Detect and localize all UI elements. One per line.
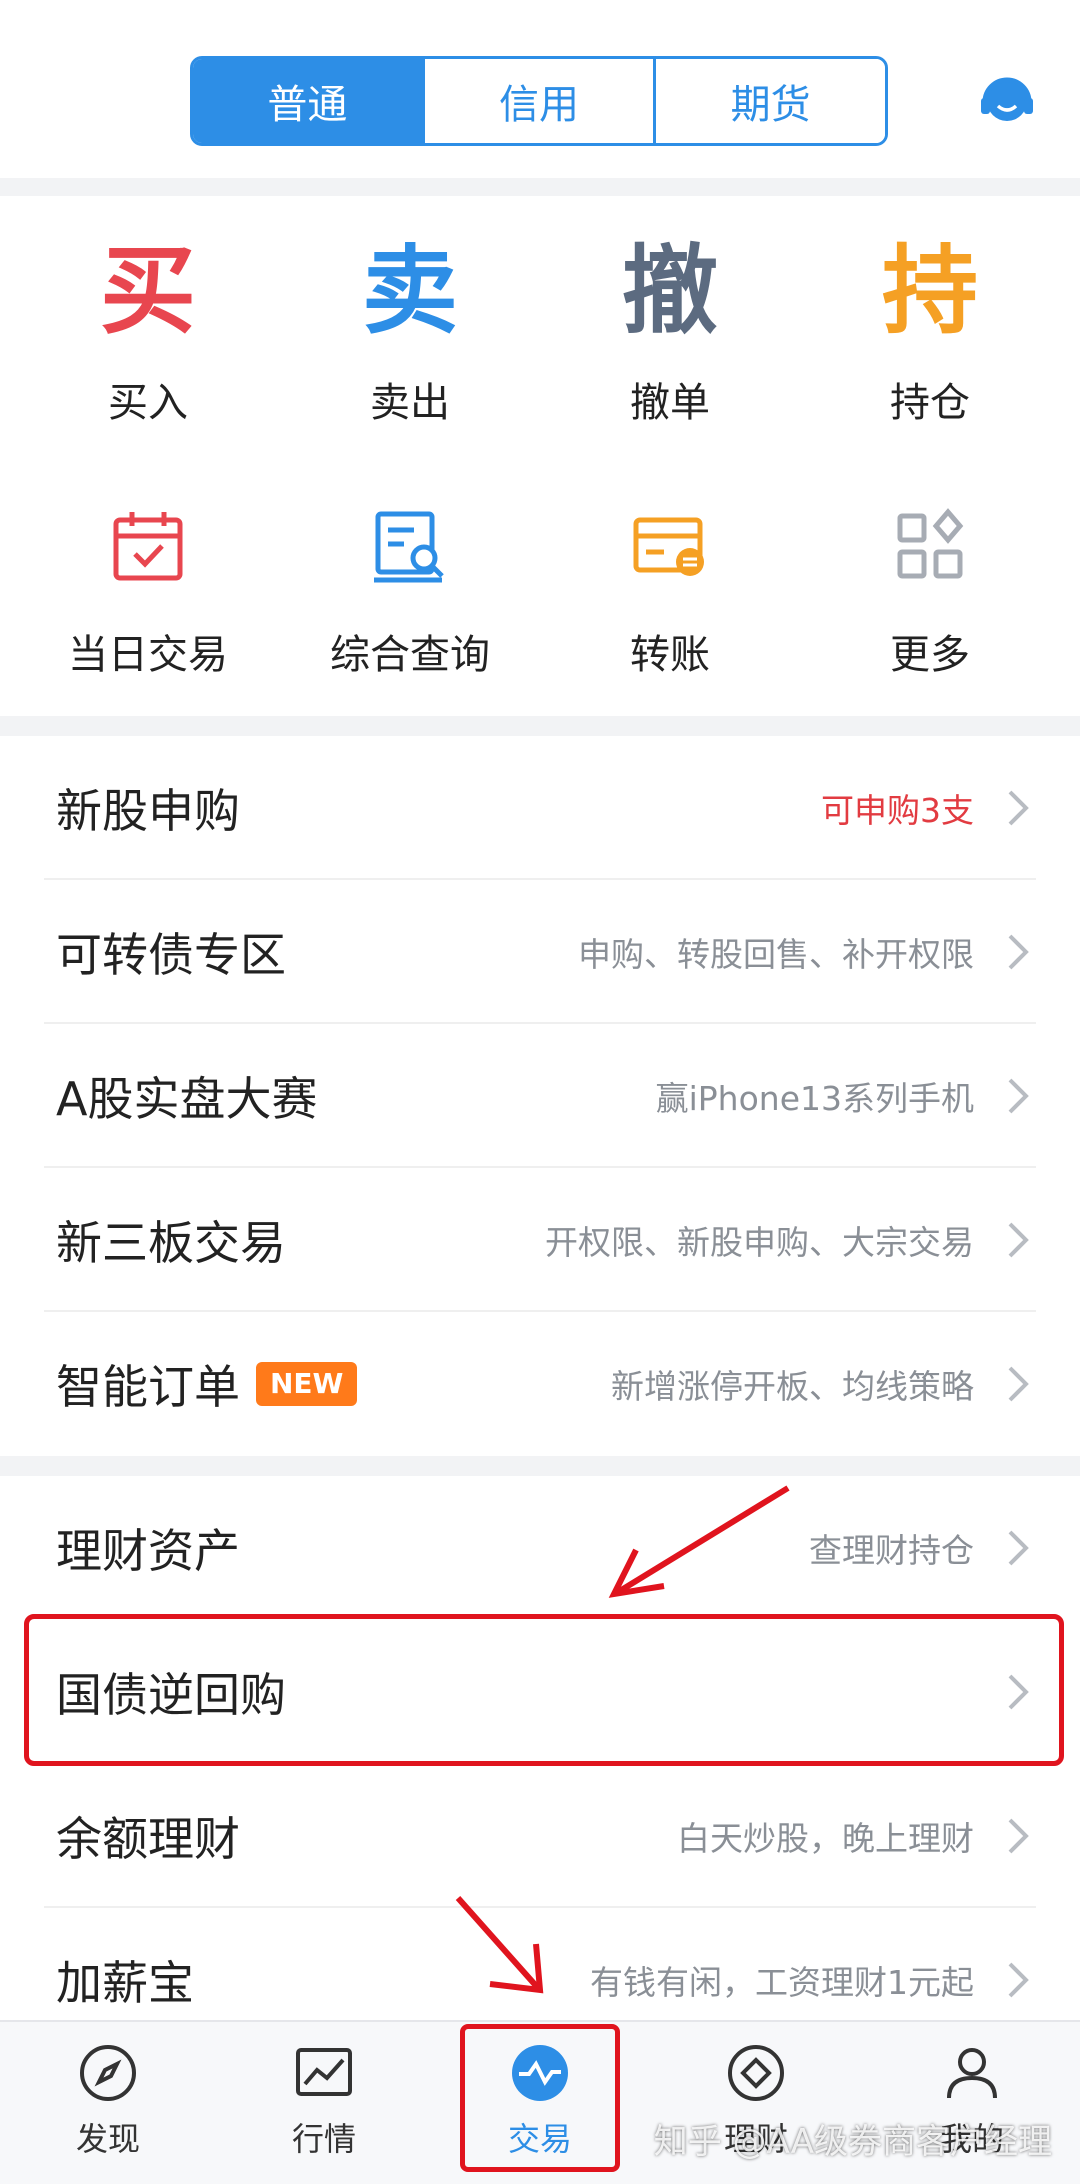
row-title: 理财资产 — [56, 1524, 240, 1578]
positions-button[interactable]: 持 持仓 — [795, 236, 1065, 426]
grid-more-icon — [897, 508, 964, 579]
tab-discover[interactable]: 发现 — [0, 2022, 216, 2184]
row-subtitle: 有钱有闲，工资理财1元起 — [590, 1963, 974, 2002]
cancel-order-label: 撤单 — [630, 380, 710, 426]
card-transfer-icon — [633, 517, 704, 576]
chevron-right-icon — [1008, 1530, 1029, 1566]
trading-services-list: 新股申购 可申购3支 可转债专区 申购、转股回售、补开权限 A股实盘大赛 赢iP… — [0, 736, 1080, 1456]
list-item-smart-orders[interactable]: 智能订单 NEW 新增涨停开板、均线策略 — [0, 1312, 1080, 1456]
section-gap — [0, 716, 1080, 736]
row-title: 余额理财 — [56, 1812, 240, 1866]
positions-char-icon: 持 — [882, 235, 978, 347]
list-item-neeq-trading[interactable]: 新三板交易 开权限、新股申购、大宗交易 — [0, 1168, 1080, 1312]
annotation-arrow-icon — [608, 1485, 790, 1598]
new-badge: NEW — [256, 1362, 358, 1406]
user-icon — [947, 2048, 997, 2099]
list-item-convertible-bonds[interactable]: 可转债专区 申购、转股回售、补开权限 — [0, 880, 1080, 1024]
buy-label: 买入 — [108, 380, 188, 426]
cancel-order-button[interactable]: 撤 撤单 — [535, 236, 805, 426]
chevron-right-icon — [1008, 1674, 1029, 1710]
row-subtitle: 可申购3支 — [821, 791, 974, 830]
chevron-right-icon — [1008, 1818, 1029, 1854]
positions-label: 持仓 — [890, 380, 970, 426]
trade-wave-icon — [512, 2045, 568, 2101]
sell-label: 卖出 — [370, 380, 450, 426]
more-button[interactable]: 更多 — [795, 496, 1065, 686]
account-type-switcher: 普通 信用 期货 — [190, 56, 888, 146]
row-title: 加薪宝 — [56, 1956, 194, 2010]
list-item-ipo-subscribe[interactable]: 新股申购 可申购3支 — [0, 736, 1080, 880]
tab-futures[interactable]: 期货 — [653, 59, 885, 143]
row-subtitle: 开权限、新股申购、大宗交易 — [545, 1223, 974, 1262]
diamond-icon — [728, 2045, 784, 2101]
compass-icon — [80, 2045, 136, 2101]
section-gap — [0, 1456, 1080, 1476]
annotation-arrow-icon — [455, 1896, 544, 1994]
sell-button[interactable]: 卖 卖出 — [275, 236, 545, 426]
cancel-char-icon: 撤 — [622, 235, 718, 347]
row-title: 新股申购 — [56, 784, 240, 838]
headset-icon[interactable] — [978, 72, 1036, 130]
row-subtitle: 新增涨停开板、均线策略 — [611, 1367, 974, 1406]
row-subtitle: 申购、转股回售、补开权限 — [578, 935, 974, 974]
tab-label: 发现 — [75, 2120, 140, 2158]
section-gap — [0, 178, 1080, 196]
tab-credit[interactable]: 信用 — [421, 59, 654, 143]
chevron-right-icon — [1008, 1366, 1029, 1402]
chevron-right-icon — [1008, 934, 1029, 970]
buy-char-icon: 买 — [100, 235, 196, 347]
transfer-button[interactable]: 转账 — [535, 496, 805, 686]
tab-market[interactable]: 行情 — [216, 2022, 432, 2184]
list-item-treasury-reverse-repo[interactable]: 国债逆回购 — [0, 1620, 1080, 1764]
chevron-right-icon — [1008, 790, 1029, 826]
more-label: 更多 — [890, 632, 970, 678]
watermark: 知乎 @AA级券商客户经理 — [653, 2122, 1052, 2162]
buy-button[interactable]: 买 买入 — [13, 236, 283, 426]
search-document-icon — [374, 511, 444, 583]
list-item-balance-wealth[interactable]: 余额理财 白天炒股，晚上理财 — [0, 1764, 1080, 1908]
sell-char-icon: 卖 — [362, 235, 458, 347]
tab-label: 交易 — [507, 2120, 572, 2158]
row-title-text: 智能订单 — [56, 1360, 240, 1414]
tab-trade[interactable]: 交易 — [432, 2022, 648, 2184]
today-trades-button[interactable]: 当日交易 — [13, 496, 283, 686]
row-title: A股实盘大赛 — [56, 1072, 318, 1126]
transfer-label: 转账 — [630, 632, 710, 678]
chevron-right-icon — [1008, 1222, 1029, 1258]
row-subtitle: 查理财持仓 — [809, 1531, 974, 1570]
list-item-a-share-contest[interactable]: A股实盘大赛 赢iPhone13系列手机 — [0, 1024, 1080, 1168]
chevron-right-icon — [1008, 1962, 1029, 1998]
row-subtitle: 白天炒股，晚上理财 — [677, 1819, 974, 1858]
list-item-wealth-assets[interactable]: 理财资产 查理财持仓 — [0, 1476, 1080, 1620]
tab-label: 行情 — [291, 2120, 356, 2158]
today-trades-label: 当日交易 — [68, 632, 228, 678]
tab-normal[interactable]: 普通 — [193, 59, 422, 143]
row-title: 新三板交易 — [56, 1216, 286, 1270]
top-header: 普通 信用 期货 — [0, 0, 1080, 178]
calendar-check-icon — [113, 512, 183, 581]
row-subtitle: 赢iPhone13系列手机 — [655, 1079, 974, 1118]
chevron-right-icon — [1008, 1078, 1029, 1114]
row-title: 智能订单 NEW — [56, 1351, 358, 1417]
row-title: 可转债专区 — [56, 928, 286, 982]
query-button[interactable]: 综合查询 — [275, 496, 545, 686]
query-label: 综合查询 — [330, 632, 490, 678]
chart-icon — [296, 2048, 352, 2096]
quick-actions-grid: 买 买入 卖 卖出 撤 撤单 持 持仓 当日交易 综合查询 转账 更多 — [0, 196, 1080, 716]
row-title: 国债逆回购 — [56, 1668, 286, 1722]
